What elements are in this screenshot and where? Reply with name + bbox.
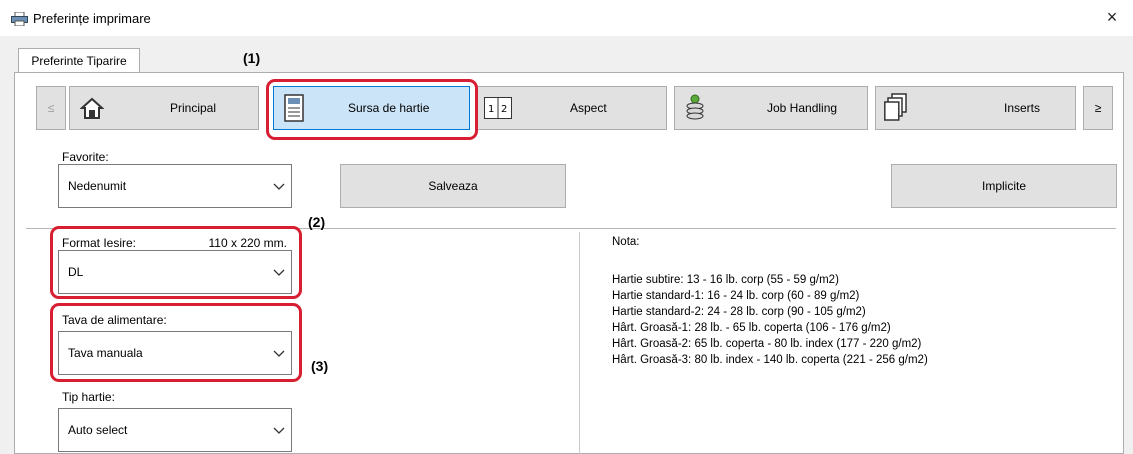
favorites-label: Favorite: [62,150,109,164]
nav-principal-label: Principal [170,101,217,115]
highlight-feed-tray [50,303,302,382]
nav-principal-button[interactable]: Principal [69,86,259,130]
svg-text:2: 2 [501,104,507,115]
favorites-select[interactable]: Nedenumit [58,164,292,208]
nav-aspect-button[interactable]: 1 2 Aspect [477,86,667,130]
callout-2: (2) [308,214,326,230]
note-line: Hârt. Groasă-3: 80 lb. index - 140 lb. c… [612,354,928,366]
callout-1: (1) [243,50,261,66]
note-heading: Nota: [612,236,640,248]
nav-aspect-label: Aspect [570,101,607,115]
nav-next-button[interactable]: ≥ [1083,86,1113,130]
save-button[interactable]: Salveaza [340,164,566,208]
printer-icon [11,12,28,26]
callout-3: (3) [311,358,329,374]
job-stack-icon [686,94,704,120]
chevron-down-icon [273,183,285,190]
nav-inserts-label: Inserts [1004,101,1041,115]
tab-preferinte-tiparire[interactable]: Preferinte Tiparire [18,48,140,73]
note-line: Hartie standard-1: 16 - 24 lb. corp (60 … [612,290,860,302]
note-line: Hârt. Groasă-1: 28 lb. - 65 lb. coperta … [612,322,891,334]
nav-inserts-button[interactable]: Inserts [875,86,1076,130]
paper-type-select[interactable]: Auto select [58,408,292,452]
nav-job-handling-label: Job Handling [767,101,838,115]
defaults-button[interactable]: Implicite [891,164,1117,208]
nav-job-handling-button[interactable]: Job Handling [674,86,868,130]
vertical-divider [579,232,580,454]
svg-text:1: 1 [488,104,494,115]
highlight-paper-source [266,79,478,140]
note-line: Hartie standard-2: 24 - 28 lb. corp (90 … [612,306,866,318]
close-button[interactable]: × [1101,6,1123,28]
note-line: Hartie subtire: 13 - 16 lb. corp (55 - 5… [612,274,839,286]
window-title: Preferințe imprimare [33,11,151,26]
nav-prev-button[interactable]: ≤ [36,86,66,130]
highlight-output-format [50,226,302,299]
chevron-down-icon [273,427,285,434]
paper-type-label: Tip hartie: [62,390,115,404]
note-line: Hârt. Groasă-2: 65 lb. coperta - 80 lb. … [612,338,922,350]
inserts-icon [884,93,907,121]
home-icon [80,97,104,119]
title-bar: Preferințe imprimare × [0,0,1133,36]
favorites-value: Nedenumit [68,179,127,193]
layout-icon: 1 2 [484,97,512,119]
paper-type-value: Auto select [68,423,128,437]
